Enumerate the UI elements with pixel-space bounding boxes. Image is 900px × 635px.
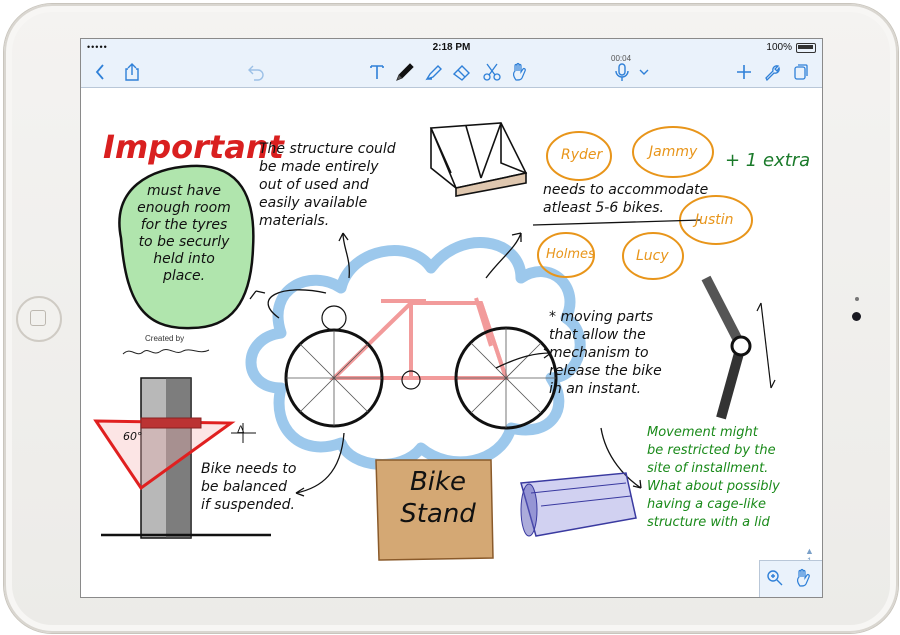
status-bar: ••••• 2:18 PM 100%: [81, 39, 822, 57]
note-line: atleast 5-6 bikes.: [543, 200, 664, 216]
underline: [532, 219, 702, 226]
status-time: 2:18 PM: [432, 42, 471, 53]
tube-sketch: [520, 472, 637, 537]
note-line: release the bike: [549, 363, 662, 379]
note-line: What about possibly: [647, 479, 780, 494]
name-lucy: Lucy: [636, 248, 669, 264]
note-line: that allow the: [549, 327, 646, 343]
note-line: needs to accommodate: [543, 182, 709, 198]
angle-label: 60°: [123, 430, 143, 443]
undo-icon[interactable]: [245, 61, 267, 83]
note-line: out of used and: [259, 177, 369, 193]
note-line: enough room: [137, 200, 231, 216]
add-icon[interactable]: [733, 61, 755, 83]
movement-note: Movement might be restricted by the site…: [647, 424, 780, 532]
home-button[interactable]: [16, 296, 62, 342]
camera: [852, 312, 861, 321]
note-line: having a cage-like: [647, 497, 767, 512]
moving-parts-note: * moving parts that allow the mechanism …: [549, 308, 662, 398]
note-line: Stand: [400, 499, 476, 529]
sensor: [855, 297, 859, 301]
note-line: be balanced: [201, 479, 287, 495]
chevron-left-icon[interactable]: [91, 61, 109, 83]
app-screen: ••••• 2:18 PM 100% 00:04 Important must …: [80, 38, 823, 598]
eraser-tool-icon[interactable]: [451, 61, 473, 83]
accommodate-note: needs to accommodate atleast 5-6 bikes.: [543, 181, 708, 217]
text-tool-icon[interactable]: [367, 61, 387, 83]
structure-sketch: [429, 122, 528, 197]
bike-stand-label: Bike Stand: [393, 466, 483, 530]
bicycle-sketch: [284, 305, 558, 430]
note-line: Bike needs to: [201, 461, 297, 477]
pen-tool-icon[interactable]: [393, 61, 417, 83]
note-line: in an instant.: [549, 381, 642, 397]
chevron-down-icon[interactable]: [637, 61, 651, 83]
note-line: easily available: [259, 195, 368, 211]
note-line: Bike: [409, 467, 467, 497]
name-justin: Justin: [695, 212, 734, 228]
note-line: Movement might: [647, 425, 758, 440]
note-line: site of installment.: [647, 461, 769, 476]
note-line: must have: [146, 183, 222, 199]
note-line: to be securly: [138, 234, 230, 250]
name-jammy: Jammy: [649, 144, 698, 160]
zoom-icon[interactable]: [766, 569, 784, 592]
hinge-sketch: [701, 275, 776, 420]
pages-icon[interactable]: [791, 61, 811, 83]
microphone-icon[interactable]: [611, 61, 633, 83]
share-icon[interactable]: [121, 61, 143, 83]
pan-hand-icon[interactable]: [794, 568, 814, 593]
note-line: be made entirely: [259, 159, 379, 175]
toolbar: 00:04: [81, 54, 822, 88]
note-line: if suspended.: [201, 497, 295, 513]
battery-percent: 100%: [766, 42, 792, 53]
name-holmes: Holmes: [546, 247, 595, 262]
delta-label: Δ: [237, 424, 245, 436]
note-line: mechanism to: [549, 345, 649, 361]
wrench-icon[interactable]: [761, 61, 783, 83]
highlighter-tool-icon[interactable]: [423, 61, 445, 83]
hand-tool-icon[interactable]: [509, 61, 531, 83]
created-by-label: Created by: [145, 334, 185, 343]
note-line: * moving parts: [549, 309, 654, 325]
extra-note: + 1 extra: [725, 150, 811, 171]
pole-sketch: [93, 377, 271, 539]
note-line: structure with a lid: [647, 515, 770, 530]
zoom-controls: [759, 560, 822, 597]
note-line: materials.: [259, 213, 330, 229]
note-line: held into: [153, 251, 215, 267]
balanced-note: Bike needs to be balanced if suspended.: [201, 460, 296, 514]
note-canvas[interactable]: Important must have enough room for the …: [81, 88, 822, 597]
note-line: be restricted by the: [647, 443, 776, 458]
note-line: for the tyres: [140, 217, 228, 233]
battery-icon: [796, 43, 816, 53]
signature: [122, 349, 210, 355]
green-note-text: must have enough room for the tyres to b…: [129, 183, 239, 285]
page-up-icon: ▲: [805, 546, 814, 556]
scissors-tool-icon[interactable]: [481, 61, 503, 83]
structure-note: The structure could be made entirely out…: [259, 140, 396, 230]
name-ryder: Ryder: [561, 147, 603, 163]
note-line: The structure could: [259, 141, 396, 157]
note-line: place.: [162, 268, 206, 284]
important-heading: Important: [103, 128, 284, 166]
